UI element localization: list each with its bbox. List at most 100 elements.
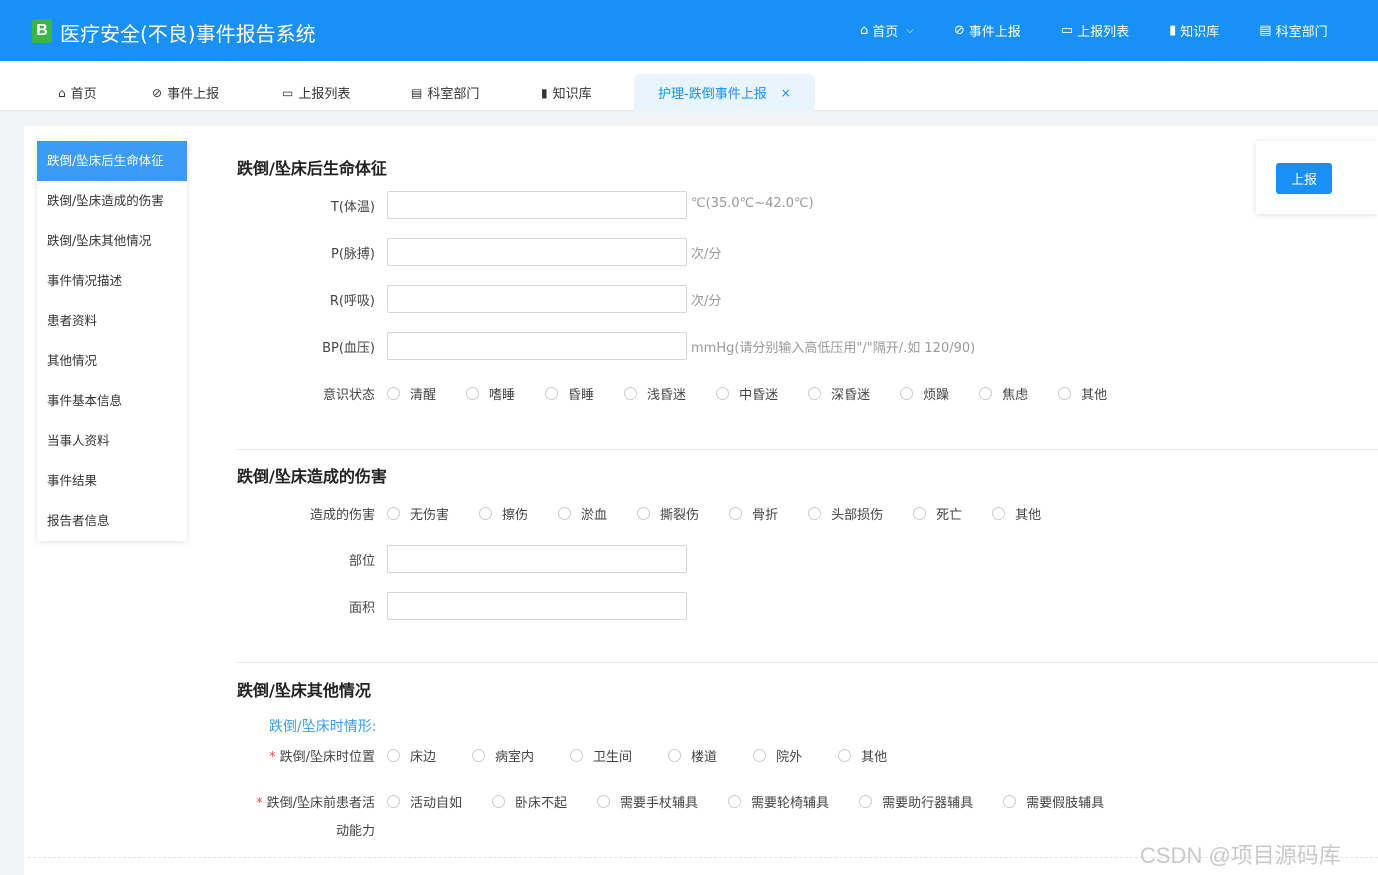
close-icon[interactable]: × — [781, 86, 791, 100]
tab-fall-report-label: 护理-跌倒事件上报 — [658, 87, 767, 102]
list-icon: ▤ — [411, 85, 423, 100]
side-item-event-description[interactable]: 事件情况描述 — [37, 261, 187, 301]
radio-circle — [387, 387, 400, 400]
radio-label: 浅昏迷 — [647, 388, 687, 403]
top-nav: ⌂ 首页 ⌵ ⊘ 事件上报 ▭ 上报列表 ▮ 知识库 ▤ 科室部门 — [860, 0, 1368, 61]
injury-option[interactable]: 无伤害 — [387, 504, 449, 523]
consciousness-option[interactable]: 昏睡 — [545, 384, 594, 403]
tab-department[interactable]: ▤ 科室部门 — [411, 74, 479, 111]
consciousness-option[interactable]: 浅昏迷 — [624, 384, 686, 403]
radio-circle — [472, 749, 486, 762]
radio-circle — [492, 795, 506, 808]
radio-label: 需要轮椅辅具 — [751, 796, 830, 811]
tab-report-list[interactable]: ▭ 上报列表 — [282, 74, 350, 111]
section-title-vital-signs: 跌倒/坠床后生命体征 — [237, 159, 387, 178]
radio-circle — [479, 507, 493, 520]
location-option[interactable]: 院外 — [753, 746, 802, 765]
consciousness-option[interactable]: 清醒 — [387, 384, 436, 403]
injury-option[interactable]: 死亡 — [913, 504, 962, 523]
topnav-report-list-label: 上报列表 — [1077, 25, 1130, 40]
side-item-patient-info[interactable]: 患者资料 — [37, 301, 187, 341]
site-label: 部位 — [348, 554, 375, 569]
report-button[interactable]: 上报 — [1276, 163, 1332, 194]
consciousness-option[interactable]: 深昏迷 — [808, 384, 870, 403]
side-item-other[interactable]: 其他情况 — [37, 341, 187, 381]
pulse-input[interactable] — [387, 238, 687, 266]
topnav-event-report[interactable]: ⊘ 事件上报 — [954, 21, 1021, 40]
radio-label: 嗜睡 — [489, 388, 516, 403]
consciousness-option[interactable]: 烦躁 — [900, 384, 949, 403]
injury-label: 造成的伤害 — [309, 508, 375, 523]
location-label-text: 跌倒/坠床时位置 — [279, 750, 375, 765]
side-item-event-result[interactable]: 事件结果 — [37, 461, 187, 501]
injury-option[interactable]: 头部损伤 — [808, 504, 883, 523]
area-input[interactable] — [387, 592, 687, 620]
side-item-party-info[interactable]: 当事人资料 — [37, 421, 187, 461]
side-item-reporter-info[interactable]: 报告者信息 — [37, 501, 187, 541]
mobility-option[interactable]: 需要轮椅辅具 — [728, 792, 829, 811]
temp-input[interactable] — [387, 191, 687, 219]
consciousness-option[interactable]: 中昏迷 — [716, 384, 778, 403]
mobility-option[interactable]: 需要助行器辅具 — [859, 792, 973, 811]
resp-unit: 次/分 — [691, 294, 722, 309]
consciousness-label: 意识状态 — [322, 388, 375, 403]
mobility-option[interactable]: 需要手杖辅具 — [597, 792, 698, 811]
injury-option[interactable]: 擦伤 — [479, 504, 528, 523]
mobility-option[interactable]: 需要假肢辅具 — [1003, 792, 1104, 811]
location-option[interactable]: 卫生间 — [570, 746, 632, 765]
radio-circle — [387, 795, 400, 808]
radio-label: 卧床不起 — [515, 796, 568, 811]
topnav-home[interactable]: ⌂ 首页 ⌵ — [860, 21, 914, 40]
temp-unit: ℃(35.0℃~42.0℃) — [691, 196, 814, 211]
radio-circle — [387, 507, 400, 520]
injury-option[interactable]: 淤血 — [558, 504, 607, 523]
consciousness-option[interactable]: 焦虑 — [979, 384, 1028, 403]
location-label: * 跌倒/坠床时位置 — [235, 746, 375, 765]
app-logo: B — [32, 19, 52, 43]
radio-circle — [1058, 387, 1072, 400]
topnav-knowledge[interactable]: ▮ 知识库 — [1169, 21, 1219, 40]
location-option[interactable]: 床边 — [387, 746, 436, 765]
radio-label: 其他 — [1081, 388, 1108, 403]
bp-unit: mmHg(请分别输入高低压用"/"隔开/.如 120/90) — [691, 341, 976, 356]
injury-option[interactable]: 撕裂伤 — [637, 504, 699, 523]
radio-label: 需要手杖辅具 — [620, 796, 699, 811]
watermark: CSDN @项目源码库 — [1140, 843, 1341, 868]
radio-label: 病室内 — [495, 750, 535, 765]
radio-label: 擦伤 — [502, 508, 529, 523]
resp-input[interactable] — [387, 285, 687, 313]
topnav-report-list[interactable]: ▭ 上报列表 — [1061, 21, 1129, 40]
location-option[interactable]: 其他 — [838, 746, 887, 765]
side-item-event-basic[interactable]: 事件基本信息 — [37, 381, 187, 421]
tab-knowledge[interactable]: ▮ 知识库 — [541, 74, 592, 111]
top-header: B 医疗安全(不良)事件报告系统 ⌂ 首页 ⌵ ⊘ 事件上报 ▭ 上报列表 ▮ … — [0, 0, 1378, 61]
site-input[interactable] — [387, 545, 687, 573]
radio-circle — [979, 387, 993, 400]
topnav-event-report-label: 事件上报 — [968, 25, 1021, 40]
radio-label: 其他 — [861, 750, 888, 765]
location-option[interactable]: 病室内 — [472, 746, 534, 765]
side-item-injury[interactable]: 跌倒/坠床造成的伤害 — [37, 181, 187, 221]
location-option[interactable]: 楼道 — [668, 746, 717, 765]
section-divider — [237, 662, 1378, 663]
consciousness-option[interactable]: 其他 — [1058, 384, 1107, 403]
tab-home-label: 首页 — [70, 87, 97, 102]
mobility-option[interactable]: 卧床不起 — [492, 792, 567, 811]
injury-option[interactable]: 其他 — [992, 504, 1041, 523]
radio-label: 撕裂伤 — [660, 508, 700, 523]
tab-fall-report[interactable]: 护理-跌倒事件上报 × — [634, 74, 815, 111]
mobility-option[interactable]: 活动自如 — [387, 792, 462, 811]
bp-input[interactable] — [387, 332, 687, 360]
section-title-other-situation: 跌倒/坠床其他情况 — [237, 681, 371, 700]
radio-circle — [729, 507, 743, 520]
tab-event-report[interactable]: ⊘ 事件上报 — [152, 74, 219, 111]
side-item-other-situation[interactable]: 跌倒/坠床其他情况 — [37, 221, 187, 261]
radio-circle — [558, 507, 572, 520]
topnav-department[interactable]: ▤ 科室部门 — [1259, 21, 1327, 40]
side-item-vital-signs[interactable]: 跌倒/坠床后生命体征 — [37, 141, 187, 181]
radio-label: 深昏迷 — [831, 388, 871, 403]
consciousness-option[interactable]: 嗜睡 — [466, 384, 515, 403]
injury-option[interactable]: 骨折 — [729, 504, 778, 523]
radio-circle — [1003, 795, 1017, 808]
tab-home[interactable]: ⌂ 首页 — [58, 74, 97, 111]
